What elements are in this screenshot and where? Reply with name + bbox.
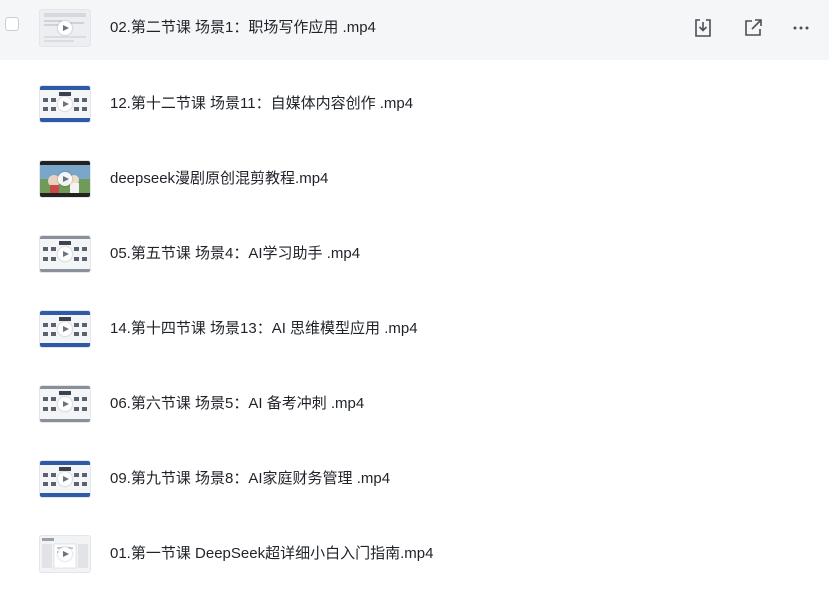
file-row[interactable]: 14.第十四节课 场景13：AI 思维模型应用 .mp4: [0, 304, 829, 354]
file-row[interactable]: 02.第二节课 场景1：职场写作应用 .mp4: [0, 0, 829, 60]
file-row[interactable]: 06.第六节课 场景5：AI 备考冲刺 .mp4: [0, 379, 829, 429]
play-icon: [58, 172, 72, 186]
file-name[interactable]: 14.第十四节课 场景13：AI 思维模型应用 .mp4: [110, 319, 418, 339]
video-thumbnail[interactable]: [40, 86, 90, 122]
video-thumbnail[interactable]: [40, 536, 90, 572]
file-name[interactable]: 09.第九节课 场景8：AI家庭财务管理 .mp4: [110, 469, 390, 489]
file-list: 02.第二节课 场景1：职场写作应用 .mp4 12.第十二节课 场景11：自媒…: [0, 0, 829, 602]
video-thumbnail[interactable]: [40, 10, 90, 46]
more-icon[interactable]: [787, 14, 815, 42]
video-thumbnail[interactable]: [40, 311, 90, 347]
download-icon[interactable]: [689, 14, 717, 42]
play-icon: [58, 397, 72, 411]
play-icon: [58, 322, 72, 336]
play-icon: [58, 472, 72, 486]
play-icon: [58, 547, 72, 561]
file-name[interactable]: 01.第一节课 DeepSeek超详细小白入门指南.mp4: [110, 544, 433, 564]
video-thumbnail[interactable]: [40, 236, 90, 272]
play-icon: [58, 21, 72, 35]
play-icon: [58, 97, 72, 111]
file-name[interactable]: 05.第五节课 场景4：AI学习助手 .mp4: [110, 244, 360, 264]
play-icon: [58, 247, 72, 261]
file-row[interactable]: 09.第九节课 场景8：AI家庭财务管理 .mp4: [0, 454, 829, 504]
file-name[interactable]: deepseek漫剧原创混剪教程.mp4: [110, 169, 328, 189]
file-row[interactable]: 01.第一节课 DeepSeek超详细小白入门指南.mp4: [0, 529, 829, 579]
video-thumbnail[interactable]: [40, 386, 90, 422]
share-icon[interactable]: [739, 14, 767, 42]
file-name[interactable]: 02.第二节课 场景1：职场写作应用 .mp4: [110, 18, 376, 38]
row-checkbox[interactable]: [5, 17, 19, 31]
row-actions: [689, 14, 829, 42]
file-row[interactable]: 05.第五节课 场景4：AI学习助手 .mp4: [0, 229, 829, 279]
video-thumbnail[interactable]: [40, 461, 90, 497]
file-name[interactable]: 12.第十二节课 场景11：自媒体内容创作 .mp4: [110, 94, 413, 114]
file-name[interactable]: 06.第六节课 场景5：AI 备考冲刺 .mp4: [110, 394, 364, 414]
file-row[interactable]: deepseek漫剧原创混剪教程.mp4: [0, 154, 829, 204]
video-thumbnail[interactable]: [40, 161, 90, 197]
file-row[interactable]: 12.第十二节课 场景11：自媒体内容创作 .mp4: [0, 79, 829, 129]
